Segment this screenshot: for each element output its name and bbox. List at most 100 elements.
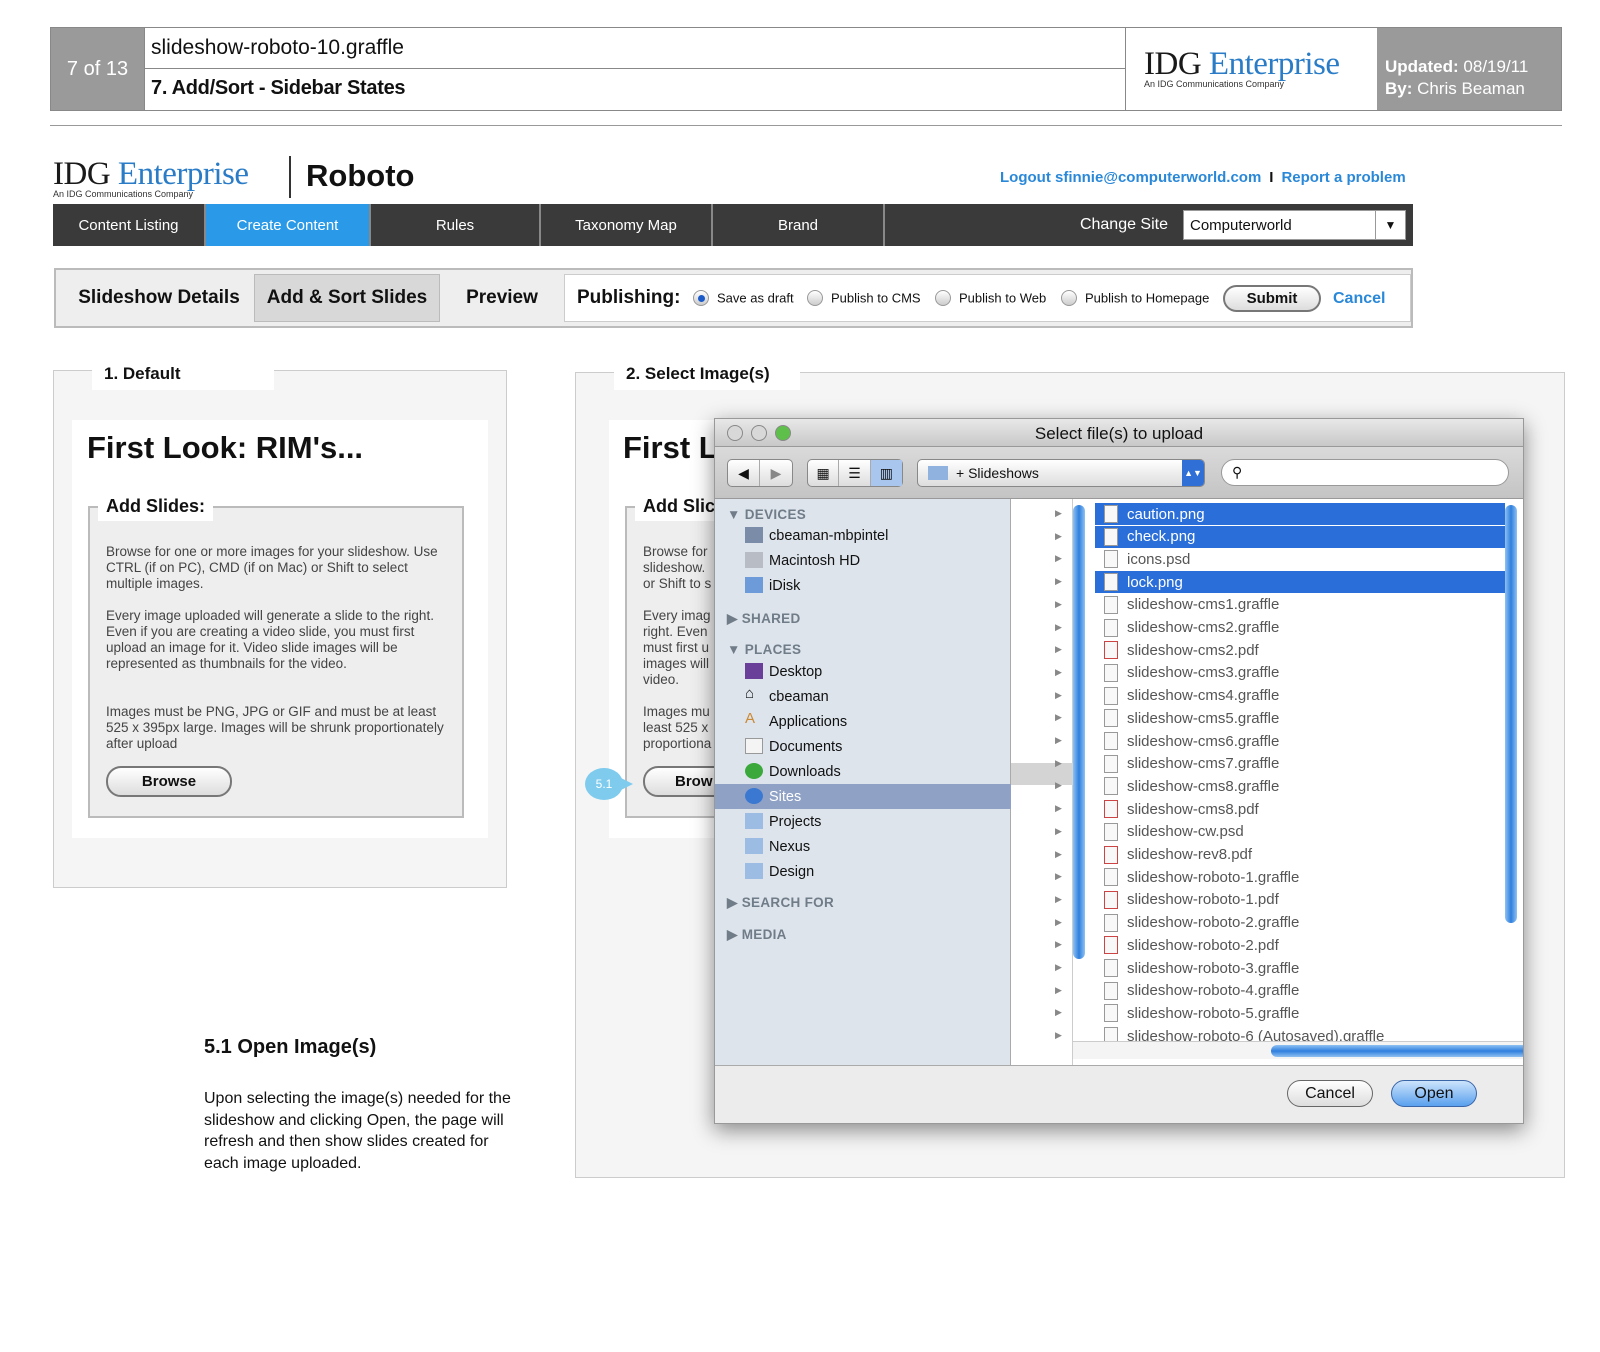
file-name-label: slideshow-rev8.pdf — [1127, 846, 1253, 863]
sidebar-item-design[interactable]: Design — [715, 859, 1011, 884]
file-row[interactable]: slideshow-roboto-2.graffle — [1095, 912, 1505, 934]
column-view-icon[interactable]: ▥ — [870, 460, 902, 486]
file-row[interactable]: slideshow-roboto-1.graffle — [1095, 866, 1505, 888]
report-problem-link[interactable]: Report a problem — [1281, 169, 1405, 186]
file-row[interactable]: lock.png — [1095, 571, 1505, 594]
option-save-draft[interactable]: Save as draft — [693, 289, 794, 307]
sidebar-item-projects[interactable]: Projects — [715, 809, 1011, 834]
publishing-label: Publishing: — [577, 287, 681, 308]
file-row[interactable]: slideshow-cms7.graffle — [1095, 753, 1505, 775]
folder-icon — [745, 863, 763, 879]
tab-content-listing[interactable]: Content Listing — [53, 204, 206, 246]
tab-brand[interactable]: Brand — [713, 204, 885, 246]
file-row[interactable]: slideshow-cms8.pdf — [1095, 798, 1505, 820]
sidebar-devices-header[interactable]: ▼ DEVICES — [727, 507, 806, 522]
file-name-label: slideshow-cms6.graffle — [1127, 732, 1280, 750]
option-publish-web[interactable]: Publish to Web — [935, 289, 1046, 307]
sidebar-item-applications[interactable]: A Applications — [715, 709, 1011, 734]
sidebar-search-header[interactable]: ▶ SEARCH FOR — [727, 895, 834, 911]
file-row[interactable]: slideshow-cms1.graffle — [1095, 594, 1505, 616]
note-body: Upon selecting the image(s) needed for t… — [204, 1090, 511, 1172]
tab-create-content[interactable]: Create Content — [206, 204, 371, 246]
radio-icon[interactable] — [1061, 289, 1077, 306]
file-name-label: slideshow-cms7.graffle — [1127, 755, 1280, 773]
sidebar-shared-header[interactable]: ▶ SHARED — [727, 611, 801, 627]
file-row[interactable]: slideshow-cw.psd — [1095, 821, 1505, 843]
option-publish-homepage[interactable]: Publish to Homepage — [1061, 289, 1209, 307]
horizontal-scrollbar[interactable] — [1073, 1041, 1523, 1059]
file-row[interactable]: slideshow-cms3.graffle — [1095, 662, 1505, 684]
file-row[interactable]: slideshow-roboto-1.pdf — [1095, 889, 1505, 911]
search-input[interactable]: ⚲ — [1221, 459, 1509, 486]
file-row[interactable]: slideshow-roboto-2.pdf — [1095, 934, 1505, 956]
disclosure-arrow-icon: ▶ — [1055, 848, 1062, 859]
sidebar-media-header[interactable]: ▶ MEDIA — [727, 927, 787, 943]
radio-icon[interactable] — [935, 289, 951, 306]
sidebar-item-downloads[interactable]: Downloads — [715, 759, 1011, 784]
sidebar-item-macintosh-hd[interactable]: Macintosh HD — [715, 548, 1011, 573]
horizontal-scrollbar-thumb[interactable] — [1271, 1045, 1523, 1057]
radio-selected-icon[interactable] — [693, 289, 709, 306]
file-row[interactable]: slideshow-roboto-5.graffle — [1095, 1002, 1505, 1024]
tab-slideshow-details[interactable]: Slideshow Details — [64, 270, 254, 326]
close-window-icon[interactable] — [727, 425, 743, 441]
sidebar-item-home[interactable]: ⌂ cbeaman — [715, 684, 1011, 709]
file-row[interactable]: slideshow-cms8.graffle — [1095, 775, 1505, 797]
file-row[interactable]: slideshow-cms2.pdf — [1095, 639, 1505, 661]
document-file-icon — [1104, 732, 1118, 750]
sidebar-item-nexus[interactable]: Nexus — [715, 834, 1011, 859]
file-row[interactable]: slideshow-cms2.graffle — [1095, 617, 1505, 639]
icon-view-icon[interactable]: ▦ — [808, 460, 840, 486]
right-scrollbar-thumb[interactable] — [1505, 505, 1517, 923]
sidebar-item-documents[interactable]: Documents — [715, 734, 1011, 759]
forward-arrow-icon[interactable]: ▶ — [760, 460, 792, 486]
location-popup[interactable]: + Slideshows ▲▼ — [917, 459, 1205, 487]
updown-arrow-icon[interactable]: ▲▼ — [1182, 460, 1204, 486]
tab-rules[interactable]: Rules — [371, 204, 541, 246]
tab-taxonomy-map[interactable]: Taxonomy Map — [541, 204, 713, 246]
chevron-down-icon[interactable]: ▼ — [1375, 211, 1405, 239]
app-logo-enterprise: Enterprise — [117, 156, 249, 192]
view-mode-switcher: ▦ ☰ ▥ — [807, 459, 903, 487]
file-row[interactable]: slideshow-cms6.graffle — [1095, 730, 1505, 752]
tab-preview[interactable]: Preview — [442, 270, 562, 326]
file-row[interactable]: slideshow-cms4.graffle — [1095, 685, 1505, 707]
file-row[interactable]: caution.png — [1095, 503, 1505, 525]
disclosure-arrow-icon: ▶ — [1055, 508, 1062, 518]
file-name-label: icons.psd — [1127, 550, 1191, 568]
file-row[interactable]: slideshow-cms5.graffle — [1095, 707, 1505, 729]
sidebar-item-idisk[interactable]: iDisk — [715, 573, 1011, 598]
sidebar-item-sites[interactable]: Sites — [715, 784, 1011, 809]
file-row[interactable]: slideshow-roboto-4.graffle — [1095, 980, 1505, 1002]
sidebar-header-text: SEARCH FOR — [741, 895, 834, 910]
folder-column-selected-row[interactable] — [1011, 763, 1073, 785]
left-scrollbar-thumb[interactable] — [1073, 505, 1085, 959]
sidebar-places-header[interactable]: ▼ PLACES — [727, 642, 801, 657]
radio-icon[interactable] — [807, 289, 823, 306]
file-row[interactable]: check.png — [1095, 525, 1505, 548]
disclosure-arrow-icon: ▶ — [1055, 576, 1062, 587]
logout-link[interactable]: Logout sfinnie@computerworld.com — [1000, 169, 1261, 186]
dialog-cancel-button[interactable]: Cancel — [1287, 1080, 1373, 1107]
list-view-icon[interactable]: ☰ — [839, 460, 871, 486]
file-name-label: lock.png — [1127, 573, 1183, 591]
zoom-window-icon[interactable] — [775, 425, 791, 441]
tab-add-sort-slides[interactable]: Add & Sort Slides — [254, 274, 440, 322]
file-row[interactable]: icons.psd — [1095, 548, 1505, 570]
option-label: Save as draft — [717, 290, 794, 306]
option-publish-cms[interactable]: Publish to CMS — [807, 289, 921, 307]
browse-button[interactable]: Browse — [106, 766, 232, 797]
minimize-window-icon[interactable] — [751, 425, 767, 441]
cancel-link[interactable]: Cancel — [1333, 290, 1385, 308]
dialog-open-button[interactable]: Open — [1391, 1080, 1477, 1107]
file-row[interactable]: slideshow-roboto-3.graffle — [1095, 957, 1505, 979]
sidebar-item-desktop[interactable]: Desktop — [715, 659, 1011, 684]
file-row[interactable]: slideshow-rev8.pdf — [1095, 844, 1505, 866]
back-arrow-icon[interactable]: ◀ — [728, 460, 761, 486]
idisk-icon — [745, 577, 763, 593]
sidebar-item-computer[interactable]: cbeaman-mbpintel — [715, 523, 1011, 548]
submit-button[interactable]: Submit — [1223, 285, 1321, 312]
site-select[interactable]: Computerworld ▼ — [1183, 210, 1406, 240]
downloads-icon — [745, 763, 763, 779]
sidebar-item-label: Downloads — [769, 763, 841, 780]
